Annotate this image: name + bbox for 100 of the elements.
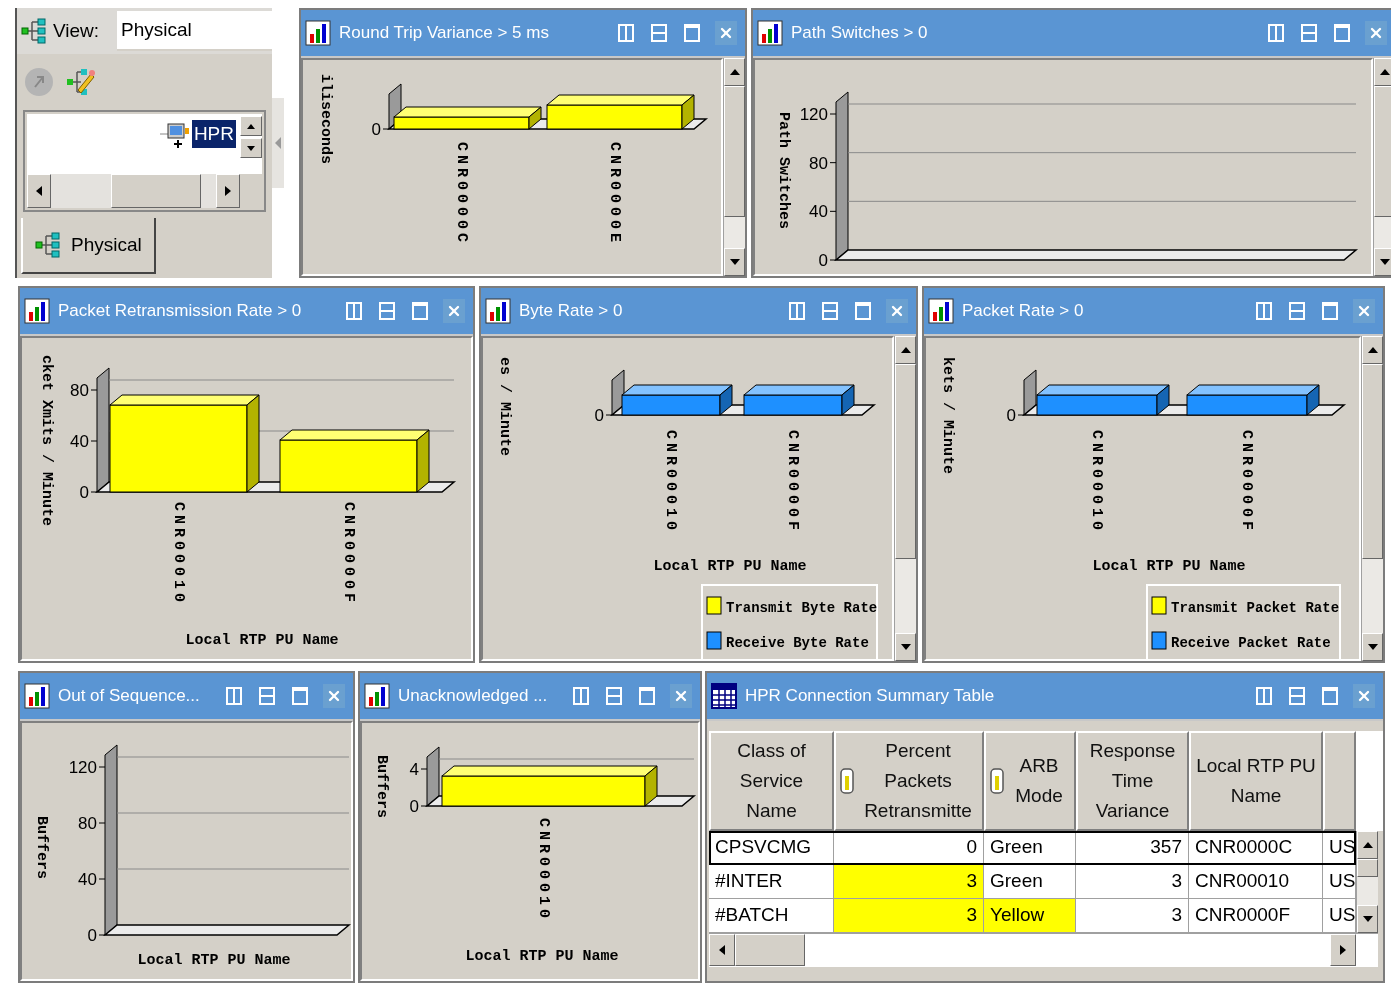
split-horizontal-button[interactable] [649,22,669,44]
vertical-scrollbar[interactable] [1356,831,1378,933]
scroll-thumb[interactable] [895,364,916,559]
maximize-icon [684,24,700,42]
split-vertical-button[interactable] [344,300,364,322]
split-horizontal-icon [1289,687,1305,705]
split-horizontal-button[interactable] [377,300,397,322]
horizontal-scrollbar[interactable] [27,174,240,208]
maximize-button[interactable] [637,685,657,707]
scroll-left-button[interactable] [709,934,735,966]
split-horizontal-icon [1289,302,1305,320]
split-vertical-icon [1268,24,1284,42]
table-row[interactable]: #BATCH 3 Yellow 3 CNR0000F US [709,899,1356,933]
scroll-left-button[interactable] [27,174,51,208]
scroll-down-button[interactable] [240,138,262,158]
scroll-thumb[interactable] [111,174,201,208]
split-vertical-button[interactable] [616,22,636,44]
split-horizontal-icon [1301,24,1317,42]
table-cell: 3 [834,865,984,899]
collapse-handle[interactable] [272,98,284,188]
view-field[interactable]: Physical [117,11,272,51]
scroll-thumb[interactable] [1374,86,1391,217]
split-horizontal-button[interactable] [820,300,840,322]
close-button[interactable] [1365,21,1387,45]
split-horizontal-icon [606,687,622,705]
column-header[interactable]: Percent Packets Retransmitte [834,731,984,831]
close-icon [1356,303,1372,319]
table-row[interactable]: #INTER 3 Green 3 CNR00010 US [709,865,1356,899]
scroll-up-button[interactable] [724,58,745,86]
horizontal-scrollbar[interactable] [709,933,1378,967]
split-vertical-icon [1256,687,1272,705]
scroll-down-button[interactable] [724,248,745,276]
maximize-button[interactable] [682,22,702,44]
maximize-button[interactable] [1320,685,1340,707]
split-horizontal-button[interactable] [257,685,277,707]
column-header[interactable]: Class of Service Name [709,731,834,831]
panel-title: Round Trip Variance > 5 ms [339,22,550,45]
left-arrow-icon [36,186,42,196]
close-button[interactable] [443,299,465,323]
split-vertical-button[interactable] [1254,685,1274,707]
vertical-scrollbar[interactable] [723,58,745,276]
close-button[interactable] [670,684,692,708]
close-button[interactable] [715,21,737,45]
maximize-button[interactable] [853,300,873,322]
maximize-button[interactable] [1332,22,1352,44]
y-tick-label: 40 [70,432,89,451]
split-horizontal-button[interactable] [604,685,624,707]
scroll-right-button[interactable] [216,174,240,208]
scroll-down-button[interactable] [1357,905,1378,933]
maximize-icon [412,302,428,320]
table-cell: #INTER [709,865,834,899]
y-tick-label: 80 [809,153,828,173]
bar-chart-icon [305,20,331,46]
scroll-down-button[interactable] [1362,633,1383,661]
scroll-thumb[interactable] [1362,364,1383,559]
split-vertical-button[interactable] [571,685,591,707]
scroll-up-button[interactable] [1374,58,1391,86]
scroll-down-button[interactable] [1374,248,1391,276]
vertical-scrollbar[interactable] [1373,58,1391,276]
close-button[interactable] [1353,299,1375,323]
scroll-thumb[interactable] [724,86,745,217]
scroll-right-button[interactable] [1330,934,1356,966]
maximize-button[interactable] [410,300,430,322]
y-tick-label: 0 [594,406,604,425]
column-header[interactable]: ARB Mode [984,731,1076,831]
close-button[interactable] [1353,684,1375,708]
table-cell: 3 [1076,865,1189,899]
split-horizontal-button[interactable] [1299,22,1319,44]
scroll-up-button[interactable] [1357,831,1378,859]
x-axis-title: Local RTP PU Name [653,557,807,575]
close-button[interactable] [886,299,908,323]
column-header[interactable]: Local RTP PU Name [1189,731,1323,831]
panel-title: Packet Retransmission Rate > 0 [58,300,303,323]
scroll-thumb[interactable] [1357,859,1378,877]
split-horizontal-button[interactable] [1287,300,1307,322]
table-row[interactable]: CPSVCMG 0 Green 357 CNR0000C US [709,831,1356,865]
tab[interactable]: Physical [21,218,156,274]
split-vertical-button[interactable] [1266,22,1286,44]
scroll-up-button[interactable] [240,116,262,136]
category-label: CNR0000E [605,142,623,246]
split-vertical-icon [618,24,634,42]
y-tick-label: 80 [70,381,89,400]
column-header[interactable]: Response Time Variance [1076,731,1189,831]
gauge-icon [990,768,1004,794]
split-vertical-button[interactable] [1254,300,1274,322]
vertical-scrollbar[interactable] [894,336,916,661]
close-button[interactable] [323,684,345,708]
column-header[interactable] [1323,731,1356,831]
split-vertical-button[interactable] [787,300,807,322]
split-vertical-button[interactable] [224,685,244,707]
maximize-button[interactable] [290,685,310,707]
vertical-scrollbar[interactable] [1361,336,1383,661]
split-horizontal-button[interactable] [1287,685,1307,707]
maximize-button[interactable] [1320,300,1340,322]
scroll-down-button[interactable] [895,633,916,661]
tree-node[interactable]: HPR [191,119,236,149]
scroll-thumb[interactable] [735,934,805,966]
scroll-up-button[interactable] [895,336,916,364]
panel-title: HPR Connection Summary Table [745,685,996,708]
scroll-up-button[interactable] [1362,336,1383,364]
